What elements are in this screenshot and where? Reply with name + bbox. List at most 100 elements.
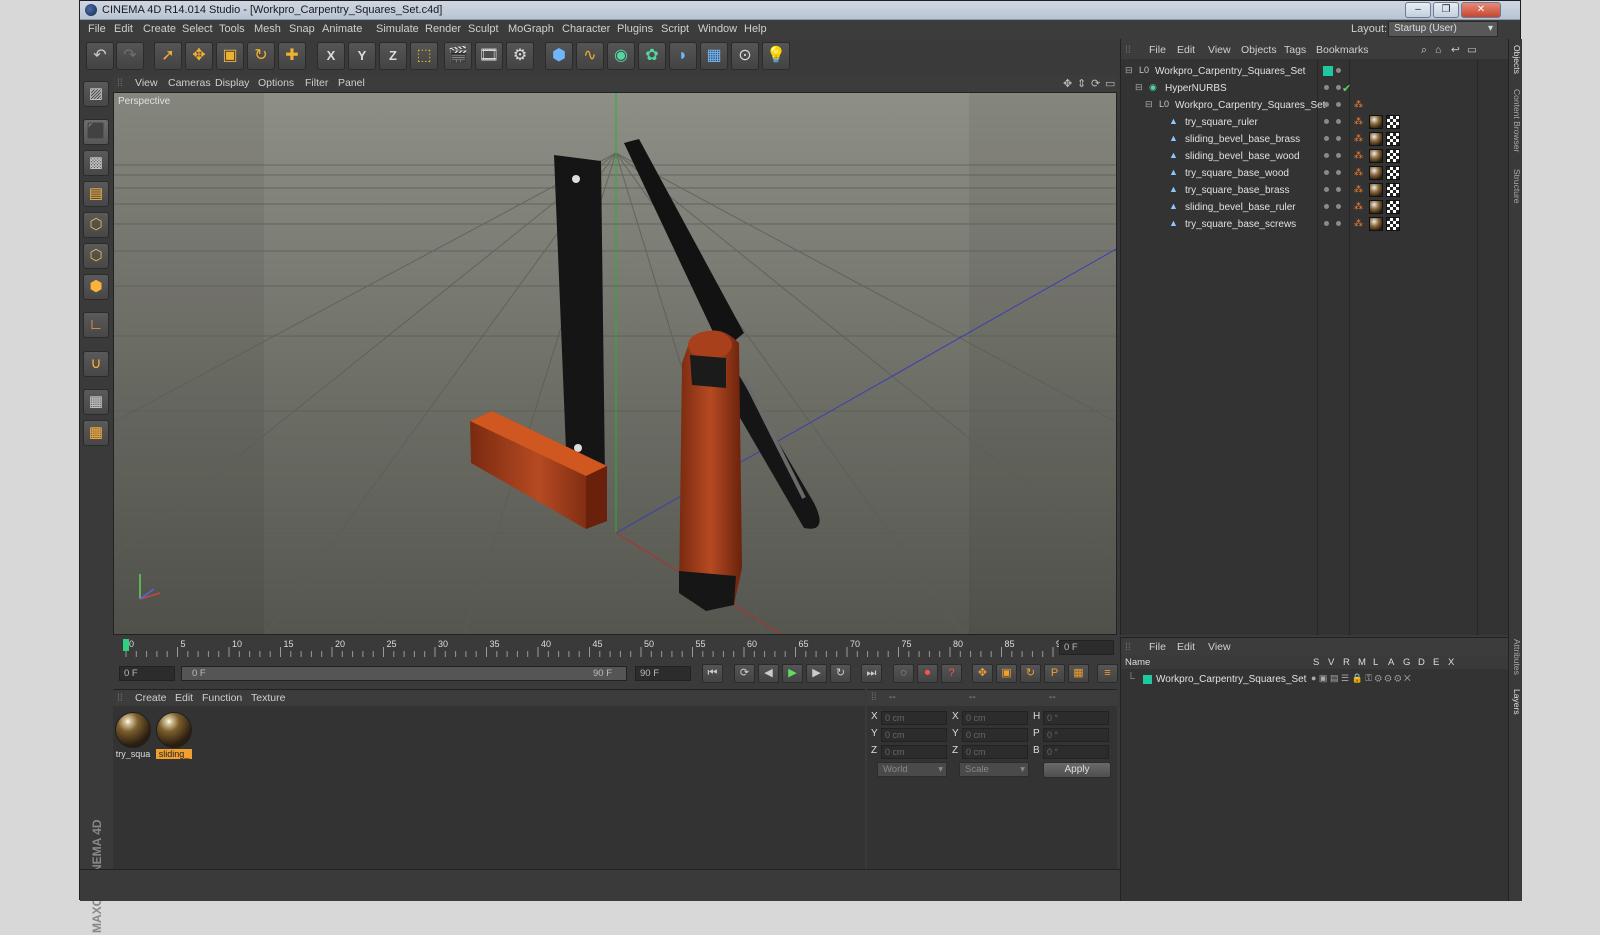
keyframe-selection-icon[interactable]: ◌ xyxy=(893,664,914,683)
object-menu-view[interactable]: View xyxy=(1208,44,1231,56)
apply-button[interactable]: Apply xyxy=(1043,762,1111,778)
object-row[interactable]: ▲ try_square_base_screws ⁂ xyxy=(1121,216,1509,233)
expand-toggle-icon[interactable]: ⊟ xyxy=(1125,65,1133,76)
menu-file[interactable]: File xyxy=(88,23,106,35)
points-mode-icon[interactable]: ⬡ xyxy=(83,212,109,238)
uvw-tag-icon[interactable] xyxy=(1386,217,1400,231)
phong-tag-icon[interactable]: ⁂ xyxy=(1354,99,1363,110)
back-icon[interactable]: ↩ xyxy=(1451,44,1460,56)
editor-visibility-dot[interactable] xyxy=(1324,153,1329,158)
goto-end-icon[interactable]: ⏭ xyxy=(861,664,882,683)
home-icon[interactable]: ⌂ xyxy=(1435,44,1441,56)
key-pla-icon[interactable]: ▦ xyxy=(1068,664,1089,683)
tab-layers[interactable]: Layers xyxy=(1510,689,1522,715)
uvw-tag-icon[interactable] xyxy=(1386,183,1400,197)
phong-tag-icon[interactable]: ⁂ xyxy=(1354,201,1363,212)
range-slider[interactable]: 0 F 90 F xyxy=(181,666,627,681)
maximize-view-icon[interactable]: ▭ xyxy=(1105,77,1115,90)
editor-visibility-dot[interactable] xyxy=(1324,119,1329,124)
pos-x-field[interactable]: 0 cm xyxy=(881,711,947,725)
layer-menu-view[interactable]: View xyxy=(1208,641,1231,653)
render-visibility-dot[interactable] xyxy=(1336,102,1341,107)
render-visibility-dot[interactable] xyxy=(1336,170,1341,175)
rot-p-field[interactable]: 0 ° xyxy=(1043,728,1109,742)
uvw-tag-icon[interactable] xyxy=(1386,115,1400,129)
spline-pen-icon[interactable]: ∿ xyxy=(576,42,604,70)
light-icon[interactable]: 💡 xyxy=(762,42,790,70)
texture-mode-icon[interactable]: ▩ xyxy=(83,150,109,176)
texture-tag-icon[interactable] xyxy=(1369,115,1383,129)
y-axis-icon[interactable]: Y xyxy=(348,42,376,70)
object-row[interactable]: ⊟ L0 Workpro_Carpentry_Squares_Set xyxy=(1121,63,1509,80)
x-axis-icon[interactable]: X xyxy=(317,42,345,70)
texture-tag-icon[interactable] xyxy=(1369,132,1383,146)
column-render[interactable]: R xyxy=(1343,657,1350,668)
end-frame-field[interactable]: 90 F xyxy=(635,666,691,681)
column-locked[interactable]: L xyxy=(1373,657,1378,668)
menu-tools[interactable]: Tools xyxy=(219,23,245,35)
object-menu-edit[interactable]: Edit xyxy=(1177,44,1195,56)
editor-visibility-dot[interactable] xyxy=(1324,85,1329,90)
editor-visibility-dot[interactable] xyxy=(1324,102,1329,107)
object-row[interactable]: ▲ sliding_bevel_base_wood ⁂ xyxy=(1121,148,1509,165)
layer-color-swatch[interactable] xyxy=(1323,66,1333,76)
menu-window[interactable]: Window xyxy=(698,23,737,35)
loop-icon[interactable]: ⟳ xyxy=(734,664,755,683)
redo-icon[interactable]: ↷ xyxy=(116,42,144,70)
object-menu-file[interactable]: File xyxy=(1149,44,1166,56)
lock-workplane-icon[interactable]: ▦ xyxy=(83,420,109,446)
column-animation[interactable]: A xyxy=(1388,657,1394,668)
move-icon[interactable]: ✥ xyxy=(185,42,213,70)
workplane-mode-icon[interactable]: ▤ xyxy=(83,181,109,207)
column-generators[interactable]: G xyxy=(1403,657,1410,668)
viewport-menu-options[interactable]: Options xyxy=(258,77,294,89)
uvw-tag-icon[interactable] xyxy=(1386,200,1400,214)
edges-mode-icon[interactable]: ⬡ xyxy=(83,243,109,269)
object-row[interactable]: ▲ sliding_bevel_base_brass ⁂ xyxy=(1121,131,1509,148)
goto-start-icon[interactable]: ⏮ xyxy=(702,664,723,683)
menu-sculpt[interactable]: Sculpt xyxy=(468,23,499,35)
object-row[interactable]: ▲ sliding_bevel_base_ruler ⁂ xyxy=(1121,199,1509,216)
editor-visibility-dot[interactable] xyxy=(1324,221,1329,226)
viewport-menu-panel[interactable]: Panel xyxy=(338,77,365,89)
layer-row[interactable]: └ Workpro_Carpentry_Squares_Set ● ▣ ▤ ☰ … xyxy=(1121,671,1509,688)
editor-visibility-dot[interactable] xyxy=(1324,170,1329,175)
timeline-ruler[interactable]: 051015202530354045505560657075808590 0 F xyxy=(113,637,1117,659)
pos-z-field[interactable]: 0 cm xyxy=(881,745,947,759)
render-visibility-dot[interactable] xyxy=(1336,136,1341,141)
menu-mograph[interactable]: MoGraph xyxy=(508,23,554,35)
material-menu-edit[interactable]: Edit xyxy=(175,692,193,704)
3d-viewport[interactable]: Perspective xyxy=(113,92,1117,635)
autokey-icon[interactable]: ? xyxy=(941,664,962,683)
material-menu-create[interactable]: Create xyxy=(135,692,167,704)
z-axis-icon[interactable]: Z xyxy=(379,42,407,70)
size-x-field[interactable]: 0 cm xyxy=(962,711,1028,725)
viewport-menu-filter[interactable]: Filter xyxy=(305,77,328,89)
render-visibility-dot[interactable] xyxy=(1336,221,1341,226)
tab-objects[interactable]: Objects xyxy=(1510,45,1522,74)
editor-visibility-dot[interactable] xyxy=(1324,204,1329,209)
enabled-check-icon[interactable]: ✔ xyxy=(1342,82,1351,95)
rotate-icon[interactable]: ↻ xyxy=(247,42,275,70)
phong-tag-icon[interactable]: ⁂ xyxy=(1354,167,1363,178)
object-row[interactable]: ▲ try_square_base_brass ⁂ xyxy=(1121,182,1509,199)
viewport-menu-display[interactable]: Display xyxy=(215,77,249,89)
phong-tag-icon[interactable]: ⁂ xyxy=(1354,218,1363,229)
next-frame-icon[interactable]: ▶ xyxy=(806,664,827,683)
prev-frame-icon[interactable]: ◀ xyxy=(758,664,779,683)
viewport-menu-cameras[interactable]: Cameras xyxy=(168,77,211,89)
menu-animate[interactable]: Animate xyxy=(322,23,362,35)
material-swatch[interactable]: try_squa xyxy=(115,712,151,760)
column-solo[interactable]: S xyxy=(1313,657,1319,668)
material-menu-function[interactable]: Function xyxy=(202,692,242,704)
key-scale-icon[interactable]: ▣ xyxy=(996,664,1017,683)
render-view-icon[interactable]: 🎬 xyxy=(444,42,472,70)
render-settings-icon[interactable]: ⚙ xyxy=(506,42,534,70)
minimize-button[interactable]: – xyxy=(1405,2,1431,18)
expand-toggle-icon[interactable]: ⊟ xyxy=(1135,82,1143,93)
pos-y-field[interactable]: 0 cm xyxy=(881,728,947,742)
current-frame-field[interactable]: 0 F xyxy=(1059,640,1114,655)
render-visibility-dot[interactable] xyxy=(1336,85,1341,90)
rotate-view-icon[interactable]: ⟳ xyxy=(1091,77,1100,90)
start-frame-field[interactable]: 0 F xyxy=(119,666,175,681)
